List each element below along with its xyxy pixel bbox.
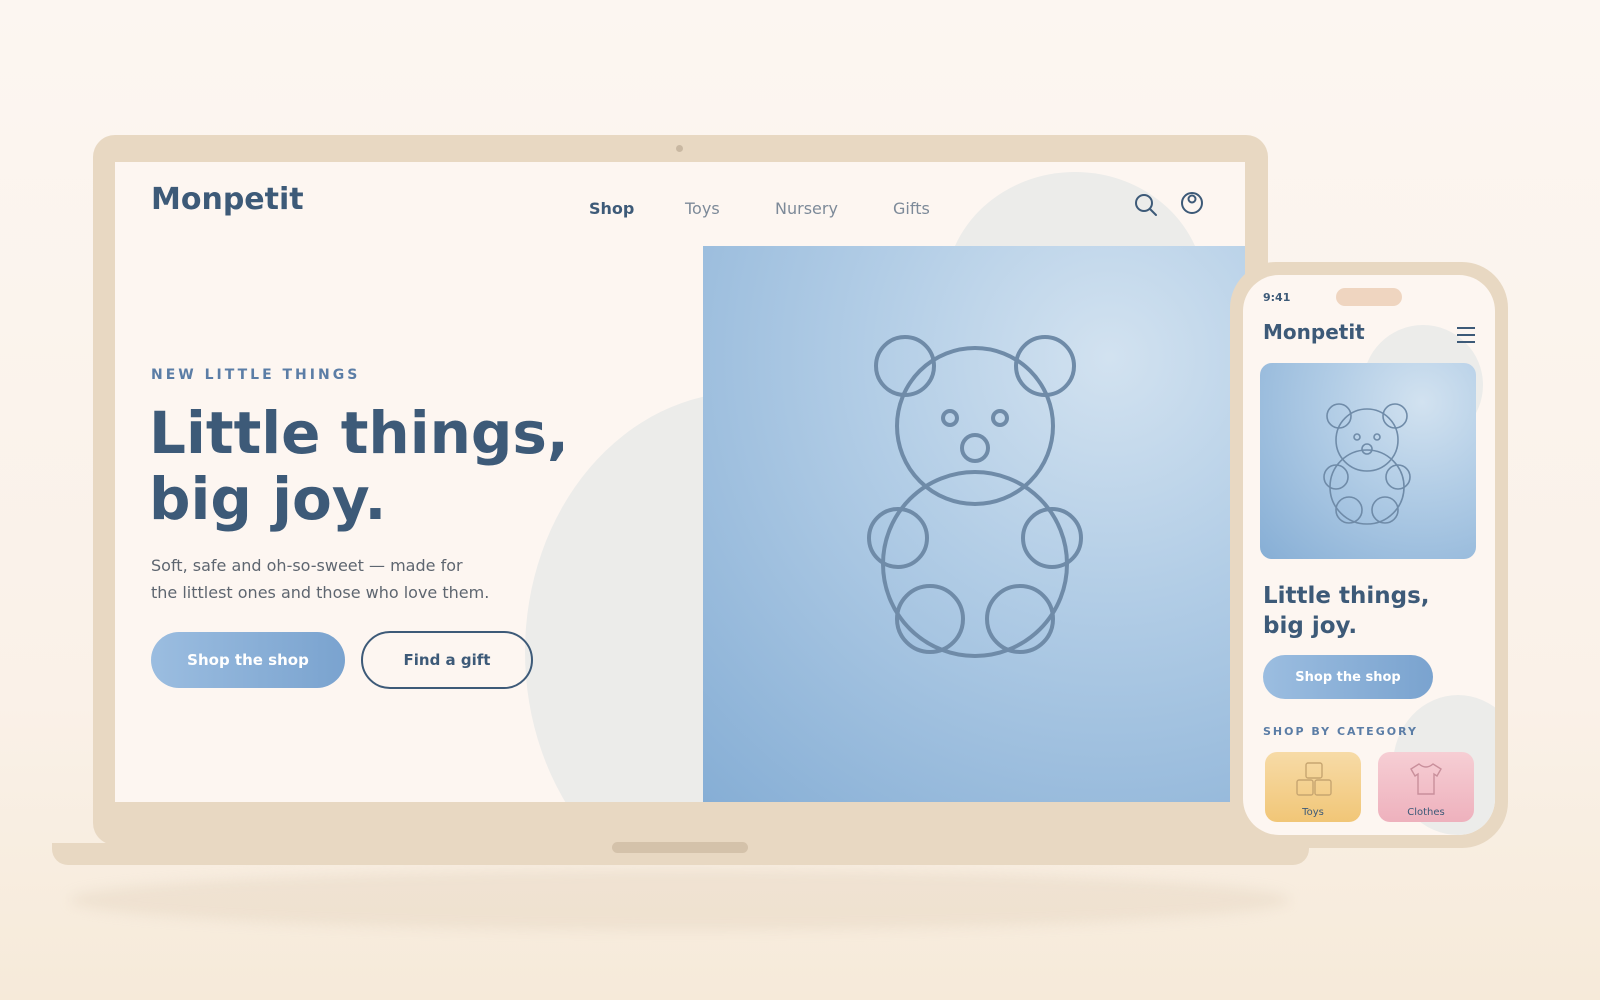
mobile-hero-image	[1260, 363, 1476, 559]
menu-icon[interactable]	[1456, 326, 1476, 344]
device-shadow	[70, 870, 1290, 930]
headline-line: Little things,	[149, 399, 569, 467]
nav-toys[interactable]: Toys	[685, 199, 720, 218]
headline-line: big joy.	[149, 465, 387, 533]
teddy-bear-icon	[867, 335, 1083, 658]
mobile-shop-button[interactable]: Shop the shop	[1263, 655, 1433, 699]
find-a-gift-button[interactable]: Find a gift	[361, 631, 533, 689]
category-label: Clothes	[1407, 807, 1445, 818]
nav-shop[interactable]: Shop	[589, 199, 634, 218]
nav-gifts[interactable]: Gifts	[893, 199, 930, 218]
hero-description: Soft, safe and oh-so-sweet — made for th…	[151, 552, 489, 606]
status-time: 9:41	[1263, 291, 1291, 304]
headline-line: big joy.	[1263, 613, 1358, 639]
nav-nursery[interactable]: Nursery	[775, 199, 838, 218]
desktop-screen: Monpetit Shop Toys Nursery Gifts NEW LIT…	[115, 162, 1245, 802]
shop-the-shop-button[interactable]: Shop the shop	[151, 632, 345, 688]
headline-line: Little things,	[1263, 583, 1430, 609]
category-label: Toys	[1302, 807, 1324, 818]
laptop-notch	[612, 842, 748, 853]
shop-by-category-heading: SHOP BY CATEGORY	[1263, 725, 1418, 738]
category-card-clothes[interactable]: Clothes	[1378, 752, 1474, 822]
site-logo[interactable]: Monpetit	[151, 182, 304, 217]
hero-headline: Little things, big joy.	[149, 400, 569, 532]
laptop-camera	[676, 145, 683, 152]
mobile-headline: Little things, big joy.	[1263, 581, 1430, 641]
mobile-screen: 9:41 Monpetit Little things, big joy. Sh…	[1243, 275, 1495, 835]
description-line: Soft, safe and oh-so-sweet — made for	[151, 556, 463, 575]
mobile-logo[interactable]: Monpetit	[1263, 320, 1365, 344]
shirt-icon	[1410, 763, 1442, 795]
search-icon[interactable]	[1133, 192, 1159, 218]
hero-image	[703, 246, 1245, 802]
account-icon[interactable]	[1179, 190, 1205, 216]
blocks-icon	[1296, 762, 1332, 796]
category-card-toys[interactable]: Toys	[1265, 752, 1361, 822]
hero-eyebrow: NEW LITTLE THINGS	[151, 367, 361, 383]
teddy-bear-icon	[1323, 403, 1411, 525]
dynamic-island	[1336, 288, 1402, 306]
description-line: the littlest ones and those who love the…	[151, 583, 490, 602]
